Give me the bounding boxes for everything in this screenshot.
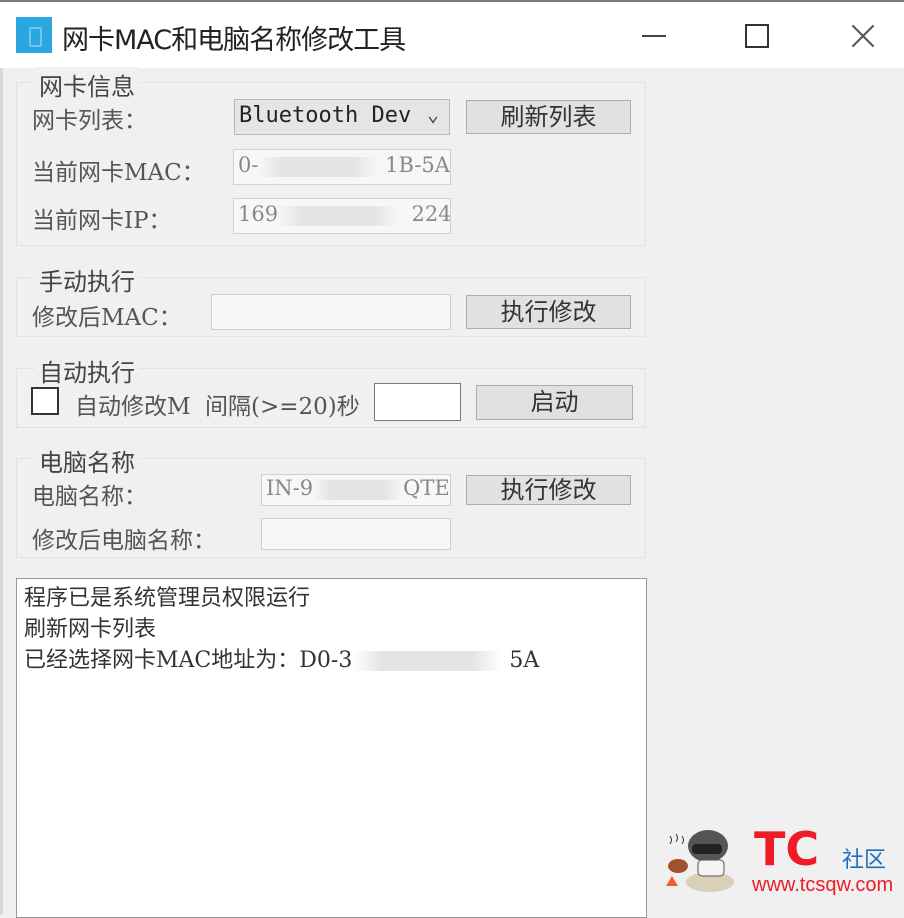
window-border	[0, 68, 3, 914]
current-ip-start: 169	[238, 202, 279, 226]
group-title-manual: 手动执行	[35, 262, 139, 297]
mascot-icon	[666, 830, 734, 892]
redacted-blur	[313, 479, 404, 500]
app-icon	[16, 17, 52, 53]
computer-name-field: IN-9 QTE	[261, 474, 451, 506]
watermark-brand: TC	[754, 822, 820, 876]
redacted-blur	[258, 156, 379, 177]
nic-list-selected: Bluetooth Dev	[239, 103, 412, 128]
group-title-nic-info: 网卡信息	[35, 67, 139, 102]
nic-list-label: 网卡列表：	[32, 108, 147, 134]
computer-name-start: IN-9	[266, 476, 314, 500]
computer-name-end: QTE	[403, 476, 450, 500]
log-line-end: 5A	[509, 648, 540, 673]
window-title: 网卡MAC和电脑名称修改工具	[62, 25, 406, 56]
group-manual: 手动执行 修改后MAC： 执行修改	[16, 262, 646, 337]
log-line-text: 已经选择网卡MAC地址为：D0-3	[24, 648, 353, 673]
new-mac-input[interactable]	[211, 294, 451, 330]
new-computer-name-input[interactable]	[261, 518, 451, 550]
interval-label: 间隔(>=20)秒	[205, 394, 360, 420]
group-title-auto: 自动执行	[35, 353, 139, 388]
execute-mac-change-button[interactable]: 执行修改	[466, 295, 631, 329]
current-ip-label: 当前网卡IP：	[32, 208, 172, 234]
group-title-computer-name: 电脑名称	[35, 443, 139, 478]
current-mac-end: 1B-5A	[385, 153, 450, 177]
watermark: TC 社区 www.tcsqw.com	[654, 820, 899, 900]
log-line: 程序已是系统管理员权限运行	[24, 586, 311, 611]
group-computer-name: 电脑名称 电脑名称： IN-9 QTE 执行修改 修改后电脑名称：	[16, 443, 646, 558]
watermark-community: 社区	[842, 848, 887, 873]
auto-modify-checkbox[interactable]	[31, 387, 59, 415]
redacted-blur	[352, 651, 503, 671]
nic-list-dropdown[interactable]: Bluetooth Dev ⌄	[234, 99, 450, 135]
maximize-button[interactable]	[727, 14, 787, 58]
current-mac-start: 0-	[238, 153, 259, 177]
group-nic-info: 网卡信息 网卡列表： Bluetooth Dev ⌄ 刷新列表 当前网卡MAC：…	[16, 67, 646, 246]
minimize-button[interactable]	[624, 14, 684, 58]
group-auto: 自动执行 自动修改M 间隔(>=20)秒 启动	[16, 353, 646, 428]
new-mac-label: 修改后MAC：	[32, 305, 182, 331]
current-ip-end: 224	[411, 202, 451, 226]
auto-modify-label: 自动修改M	[75, 394, 191, 420]
title-bar: 网卡MAC和电脑名称修改工具	[0, 0, 904, 68]
current-mac-label: 当前网卡MAC：	[32, 160, 205, 186]
interval-input[interactable]	[374, 383, 461, 421]
redacted-blur	[278, 205, 399, 226]
current-ip-field: 169 224	[233, 198, 451, 234]
log-textarea[interactable]: 程序已是系统管理员权限运行 刷新网卡列表 已经选择网卡MAC地址为：D0-3 5…	[16, 578, 647, 918]
watermark-url: www.tcsqw.com	[752, 874, 894, 896]
current-mac-field: 0- 1B-5A	[233, 149, 451, 185]
start-button[interactable]: 启动	[476, 385, 633, 420]
close-button[interactable]	[832, 14, 892, 58]
computer-name-label: 电脑名称：	[32, 484, 147, 510]
log-line: 刷新网卡列表	[24, 617, 157, 642]
refresh-list-button[interactable]: 刷新列表	[466, 100, 631, 134]
log-line: 已经选择网卡MAC地址为：D0-3 5A	[24, 645, 639, 676]
new-computer-name-label: 修改后电脑名称：	[32, 528, 216, 554]
chevron-down-icon: ⌄	[426, 102, 439, 126]
execute-name-change-button[interactable]: 执行修改	[466, 475, 631, 505]
